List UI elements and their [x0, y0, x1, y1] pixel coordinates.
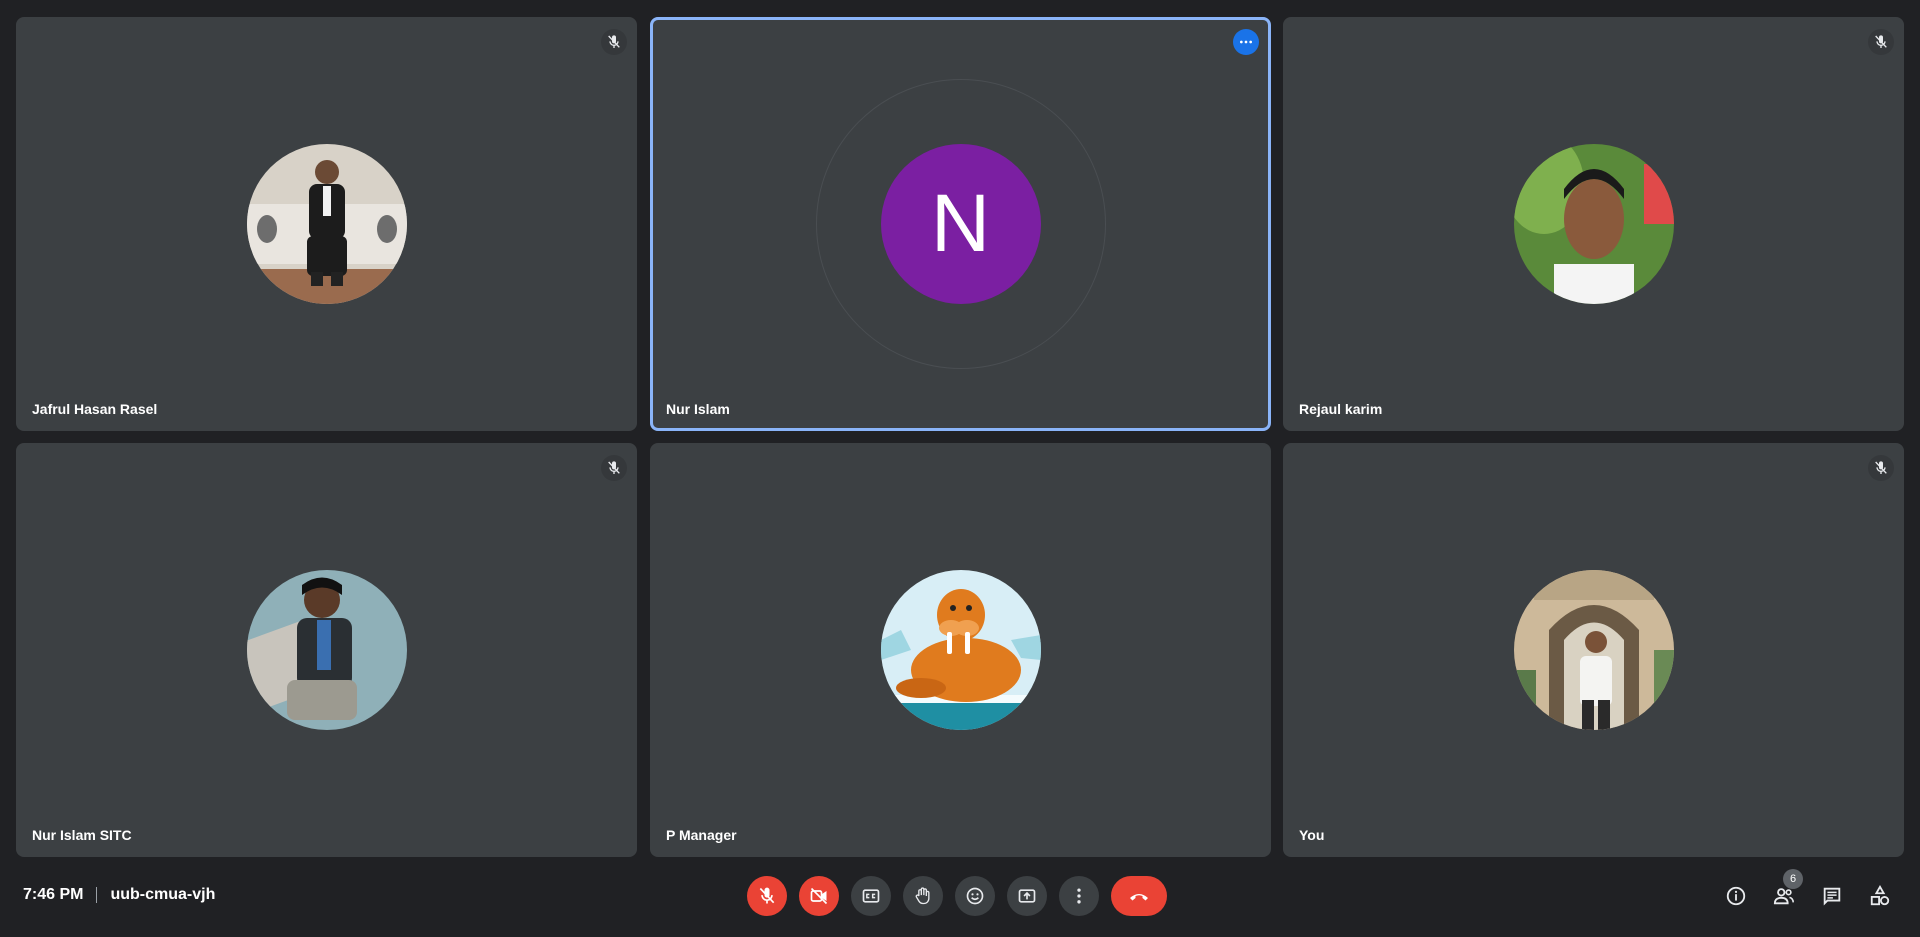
meeting-code: uub-cmua-vjh [110, 886, 216, 903]
avatar-photo [246, 144, 407, 304]
info-icon [1726, 886, 1746, 906]
participant-name: Rejaul karim [1299, 401, 1383, 417]
participant-name: P Manager [666, 827, 737, 843]
mic-off-icon [1868, 29, 1894, 55]
avatar-photo [1513, 570, 1674, 730]
hand-icon [915, 887, 930, 905]
more-options-button[interactable] [1059, 876, 1099, 916]
more-options-icon[interactable] [1233, 29, 1259, 55]
meeting-info: 7:46 PM uub-cmua-vjh [23, 886, 215, 904]
toggle-mic-button[interactable] [747, 876, 787, 916]
people-button[interactable]: 6 [1764, 869, 1804, 916]
leave-call-button[interactable] [1111, 876, 1167, 916]
meeting-details-button[interactable] [1716, 876, 1756, 916]
present-button[interactable] [1007, 876, 1047, 916]
activities-button[interactable] [1860, 876, 1900, 916]
walrus-avatar [880, 570, 1041, 730]
avatar-photo [1513, 144, 1674, 304]
avatar-photo [246, 570, 407, 730]
participant-tile-you[interactable]: You [1283, 443, 1904, 857]
side-panel-controls: 6 [1708, 869, 1900, 916]
participant-count-badge: 6 [1783, 869, 1803, 889]
mic-off-icon [601, 455, 627, 481]
mic-off-icon [759, 887, 775, 904]
emoji-icon [966, 887, 984, 905]
participant-tile-p-manager[interactable]: P Manager [650, 443, 1271, 857]
participant-tile-rejaul[interactable]: Rejaul karim [1283, 17, 1904, 431]
raise-hand-button[interactable] [903, 876, 943, 916]
mic-off-icon [1868, 455, 1894, 481]
participant-tile-nur-islam-sitc[interactable]: Nur Islam SITC [16, 443, 637, 857]
meeting-time: 7:46 PM [23, 886, 84, 903]
chat-icon [1823, 887, 1841, 906]
chat-button[interactable] [1812, 876, 1852, 916]
present-screen-icon [1018, 889, 1036, 903]
more-vert-icon [1077, 888, 1081, 904]
avatar-initial: N [880, 144, 1041, 304]
mic-off-icon [601, 29, 627, 55]
camera-off-icon [810, 887, 828, 905]
participant-name: Jafrul Hasan Rasel [32, 401, 158, 417]
divider [96, 887, 98, 903]
participant-tile-nur-islam[interactable]: N Nur Islam [650, 17, 1271, 431]
call-controls [747, 876, 1167, 916]
captions-icon [862, 889, 880, 903]
hang-up-icon [1130, 894, 1148, 901]
reactions-button[interactable] [955, 876, 995, 916]
toggle-camera-button[interactable] [799, 876, 839, 916]
participant-name: You [1299, 827, 1325, 843]
activities-icon [1870, 885, 1890, 906]
participant-name: Nur Islam [666, 401, 730, 417]
captions-button[interactable] [851, 876, 891, 916]
participant-tile-jafrul[interactable]: Jafrul Hasan Rasel [16, 17, 637, 431]
participant-name: Nur Islam SITC [32, 827, 132, 843]
